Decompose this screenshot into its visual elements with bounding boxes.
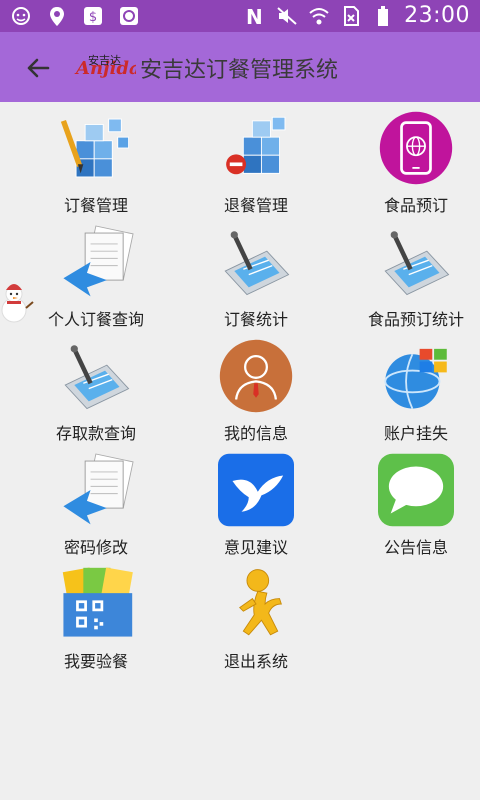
tablet-pen-icon (224, 231, 290, 296)
battery-icon (378, 5, 389, 26)
menu-item-food-booking-stats[interactable]: 食品预订统计 (336, 216, 480, 330)
logo: Anjida 安吉达 (74, 53, 136, 79)
globe-windows-icon (384, 348, 447, 409)
menu-item-meal-check[interactable]: 我要验餐 (16, 558, 176, 672)
status-bar: $ N 23:00 (0, 0, 480, 32)
menu-label: 公告信息 (383, 538, 448, 557)
menu-item-cancel-order[interactable]: 退餐管理 (176, 102, 336, 216)
message-bubble-icon (378, 453, 454, 527)
dollar-app-icon: $ (84, 7, 102, 25)
menu-item-announcements[interactable]: 公告信息 (336, 444, 480, 558)
menu-item-feedback[interactable]: 意见建议 (176, 444, 336, 558)
menu-item-personal-query[interactable]: 个人订餐查询 (16, 216, 176, 330)
svg-text:$: $ (89, 10, 97, 25)
clock: 23:00 (404, 3, 470, 28)
nfc-icon: N (246, 5, 263, 27)
chat-app-icon (120, 7, 138, 25)
arrow-left-icon[interactable] (22, 52, 54, 84)
phone-globe-icon (379, 111, 453, 185)
menu-item-deposit-query[interactable]: 存取款查询 (16, 330, 176, 444)
menu-label: 订餐管理 (63, 196, 128, 215)
page-title: 安吉达订餐管理系统 (140, 58, 339, 83)
menu-item-my-info[interactable]: 我的信息 (176, 330, 336, 444)
menu-label: 退出系统 (223, 652, 288, 671)
menu-label: 食品预订 (383, 196, 448, 215)
menu-label: 意见建议 (223, 538, 288, 557)
menu-label: 密码修改 (63, 538, 128, 557)
menu-item-report-loss[interactable]: 账户挂失 (336, 330, 480, 444)
menu-label: 我的信息 (223, 424, 288, 443)
menu-item-food-booking[interactable]: 食品预订 (336, 102, 480, 216)
menu-label: 食品预订统计 (367, 310, 464, 329)
mute-icon (277, 6, 297, 25)
menu-item-order-stats[interactable]: 订餐统计 (176, 216, 336, 330)
menu-item-order-manage[interactable]: 订餐管理 (16, 102, 176, 216)
menu-label: 订餐统计 (223, 310, 288, 329)
menu-label: 我要验餐 (63, 652, 128, 671)
face-icon (12, 7, 30, 25)
running-man-icon (239, 569, 282, 636)
bird-icon (218, 453, 294, 527)
menu-label: 个人订餐查询 (47, 310, 144, 329)
menu-label: 账户挂失 (383, 424, 448, 443)
location-icon (50, 7, 64, 26)
tablet-pen-icon (64, 345, 130, 410)
menu-label: 退餐管理 (223, 196, 288, 215)
qr-code-icon (62, 567, 133, 637)
wifi-icon (309, 7, 329, 24)
menu-item-change-password[interactable]: 密码修改 (16, 444, 176, 558)
documents-arrow-icon (63, 453, 134, 525)
cubes-minus-icon (226, 116, 286, 175)
user-avatar-icon (219, 339, 293, 413)
documents-arrow-icon (63, 225, 134, 297)
svg-text:N: N (246, 5, 263, 27)
menu-item-logout[interactable]: 退出系统 (176, 558, 336, 672)
no-sim-icon (344, 5, 360, 26)
logo-text: 安吉达 (88, 53, 121, 67)
cubes-pencil-icon (60, 118, 130, 178)
tablet-pen-icon (384, 231, 450, 296)
menu-label: 存取款查询 (55, 424, 136, 443)
app-bar: Anjida 安吉达 安吉达订餐管理系统 (0, 32, 480, 102)
